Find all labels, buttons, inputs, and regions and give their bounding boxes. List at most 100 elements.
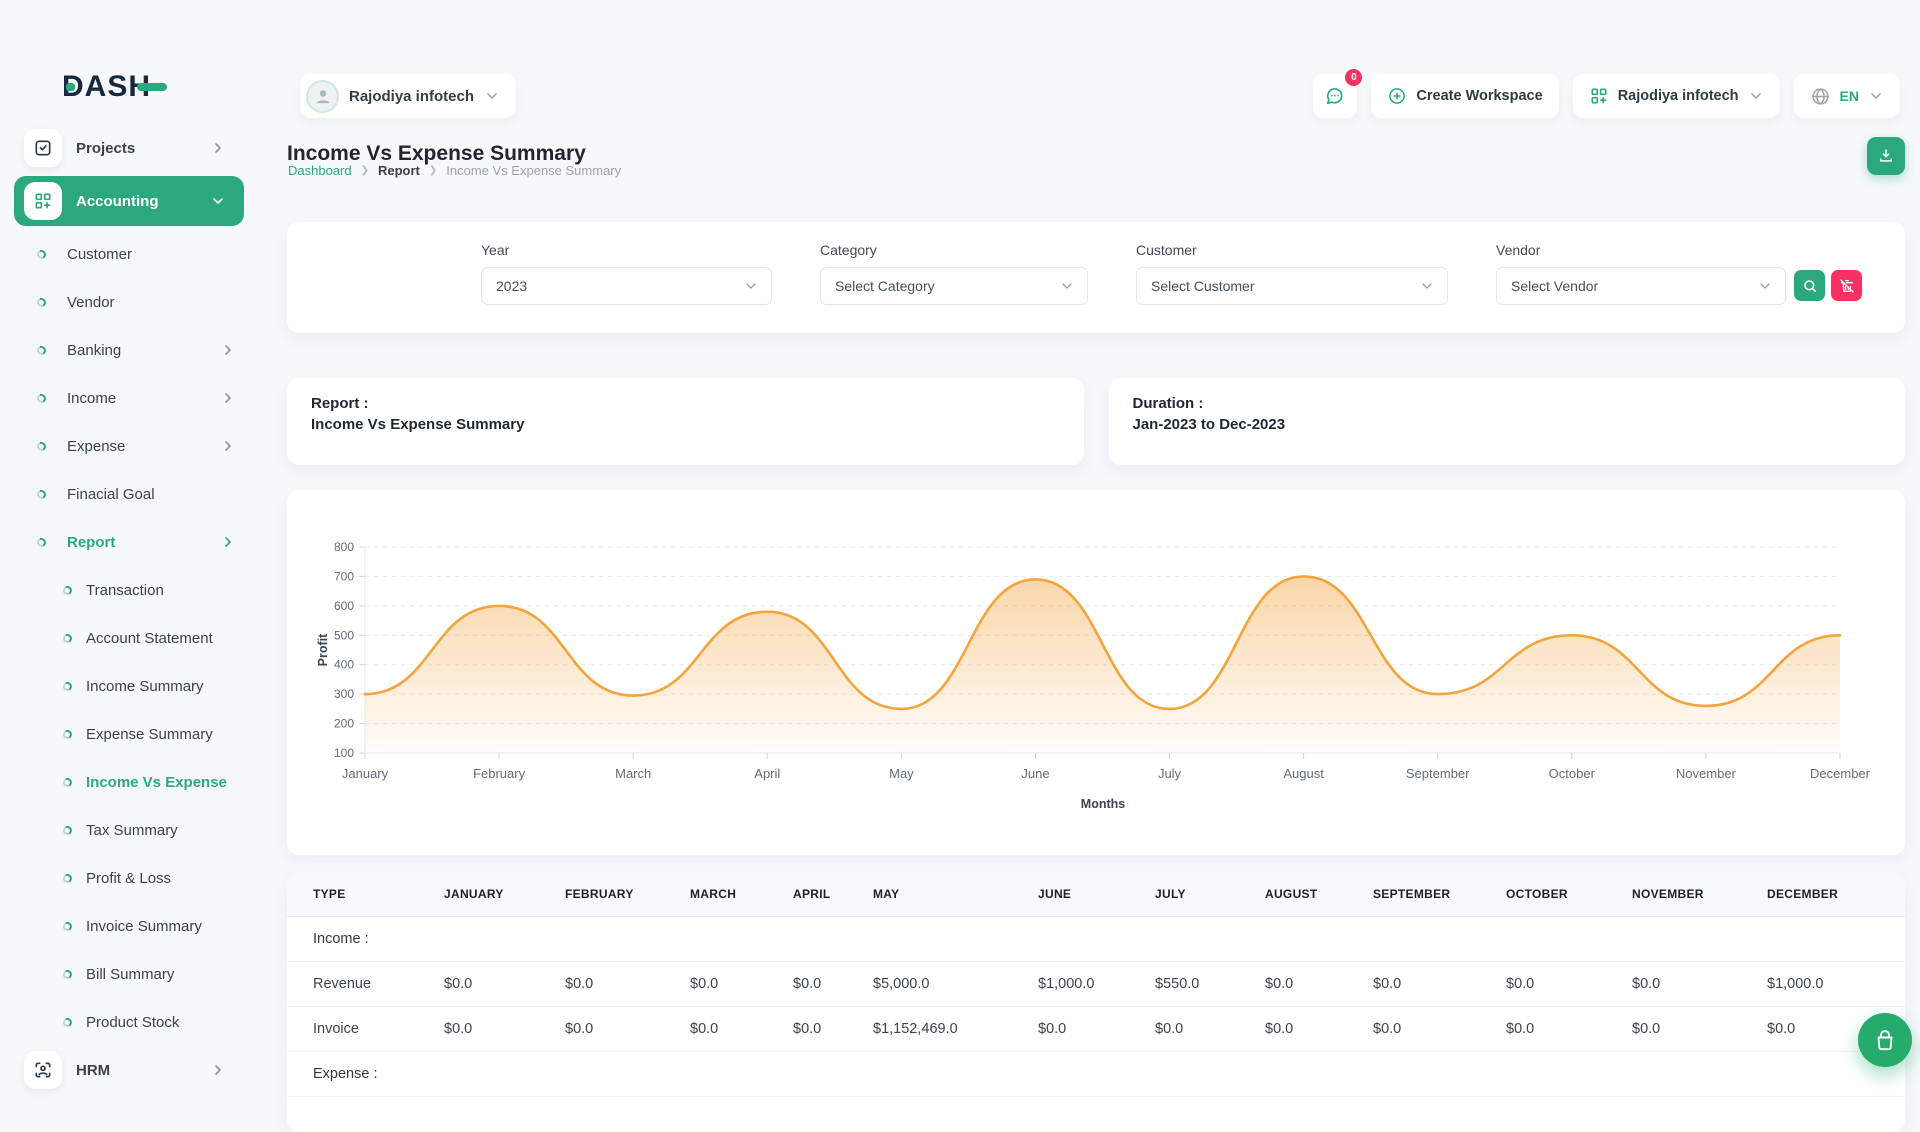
chevron-down-icon	[1059, 278, 1075, 294]
cell-value: $0.0	[1480, 1006, 1606, 1051]
grid-add-icon	[1589, 86, 1609, 106]
chevron-down-icon	[1868, 88, 1884, 104]
logo-accent-bar	[137, 83, 167, 91]
sidebar-item-transaction[interactable]: Transaction	[14, 566, 244, 614]
bullet-icon	[36, 392, 47, 403]
breadcrumb: Dashboard ❯ Report ❯ Income Vs Expense S…	[288, 163, 621, 178]
sidebar-item-hrm[interactable]: HRM	[14, 1046, 244, 1094]
cell-value: $0.0	[664, 1006, 767, 1051]
sidebar-item-profit-loss[interactable]: Profit & Loss	[14, 854, 244, 902]
topbar-actions: 0 Create Workspace Rajodiya infotech	[1313, 74, 1900, 118]
company-selector[interactable]: Rajodiya infotech	[300, 74, 516, 118]
category-label: Category	[820, 242, 1088, 258]
svg-text:400: 400	[334, 658, 354, 672]
category-select[interactable]: Select Category	[820, 267, 1088, 305]
sidebar-item-bill-summary[interactable]: Bill Summary	[14, 950, 244, 998]
table-section-row: Expense :	[287, 1051, 1905, 1096]
cell-value: $1,000.0	[1741, 961, 1905, 1006]
chevron-down-icon	[210, 193, 226, 209]
cell-value: $1,000.0	[1012, 961, 1129, 1006]
vendor-label: Vendor	[1496, 242, 1786, 258]
svg-text:October: October	[1549, 766, 1596, 781]
sidebar-nav: ProjectsAccountingCustomerVendorBankingI…	[14, 124, 244, 1094]
chat-bubble-icon	[1324, 85, 1346, 107]
column-header: JUNE	[1012, 872, 1129, 916]
breadcrumb-current: Income Vs Expense Summary	[446, 163, 621, 178]
svg-text:January: January	[342, 766, 389, 781]
customer-select[interactable]: Select Customer	[1136, 267, 1448, 305]
breadcrumb-dashboard[interactable]: Dashboard	[288, 163, 352, 178]
create-workspace-button[interactable]: Create Workspace	[1371, 74, 1558, 118]
reset-filter-button[interactable]	[1831, 270, 1862, 301]
cell-value: $1,152,469.0	[847, 1006, 1012, 1051]
sidebar-item-product-stock[interactable]: Product Stock	[14, 998, 244, 1046]
sidebar-item-label: Income Summary	[86, 678, 204, 695]
messages-button[interactable]: 0	[1313, 74, 1357, 118]
sidebar-item-invoice-summary[interactable]: Invoice Summary	[14, 902, 244, 950]
sidebar: DASH Projects Accounting CustomerVendorBan…	[0, 0, 258, 1080]
duration-value: Jan-2023 to Dec-2023	[1133, 416, 1882, 433]
sidebar-item-income-summary[interactable]: Income Summary	[14, 662, 244, 710]
column-header: SEPTEMBER	[1347, 872, 1480, 916]
grid-add-icon	[24, 182, 62, 220]
breadcrumb-separator: ❯	[429, 165, 437, 176]
download-button[interactable]	[1867, 137, 1905, 175]
sidebar-item-label: Invoice Summary	[86, 918, 202, 935]
sidebar-item-vendor[interactable]: Vendor	[14, 278, 244, 326]
column-header: DECEMBER	[1741, 872, 1905, 916]
store-fab-button[interactable]	[1858, 1013, 1912, 1067]
language-code: EN	[1840, 88, 1859, 104]
shopping-bag-icon	[1873, 1028, 1897, 1052]
sidebar-item-label: Expense Summary	[86, 726, 213, 743]
column-header: NOVEMBER	[1606, 872, 1741, 916]
svg-text:Months: Months	[1081, 797, 1125, 811]
section-label: Expense :	[287, 1051, 1905, 1096]
sidebar-item-expense[interactable]: Expense	[14, 422, 244, 470]
bullet-icon	[62, 680, 73, 691]
duration-label: Duration :	[1133, 395, 1882, 412]
breadcrumb-report[interactable]: Report	[378, 163, 420, 178]
sidebar-item-projects[interactable]: Projects	[14, 124, 244, 172]
customer-label: Customer	[1136, 242, 1448, 258]
sidebar-item-account-statement[interactable]: Account Statement	[14, 614, 244, 662]
cell-value: $0.0	[664, 961, 767, 1006]
sidebar-item-expense-summary[interactable]: Expense Summary	[14, 710, 244, 758]
sidebar-item-report[interactable]: Report	[14, 518, 244, 566]
workspace-selector[interactable]: Rajodiya infotech	[1573, 74, 1780, 118]
sidebar-item-accounting[interactable]: Accounting	[14, 176, 244, 226]
sidebar-item-finacial-goal[interactable]: Finacial Goal	[14, 470, 244, 518]
bullet-icon	[36, 248, 47, 259]
bullet-icon	[36, 488, 47, 499]
app-logo[interactable]: DASH	[62, 70, 167, 104]
chevron-right-icon	[220, 390, 236, 406]
filter-year: Year 2023	[481, 242, 772, 305]
svg-text:September: September	[1406, 766, 1470, 781]
column-header: OCTOBER	[1480, 872, 1606, 916]
profit-chart: 100200300400500600700800JanuaryFebruaryM…	[287, 490, 1905, 855]
sidebar-item-label: Accounting	[76, 193, 159, 210]
income-expense-table: TYPEJANUARYFEBRUARYMARCHAPRILMAYJUNEJULY…	[287, 872, 1905, 1097]
svg-text:August: August	[1283, 766, 1324, 781]
create-workspace-label: Create Workspace	[1416, 88, 1542, 104]
chevron-down-icon	[1757, 278, 1773, 294]
language-selector[interactable]: EN	[1794, 74, 1900, 118]
table-header-row: TYPEJANUARYFEBRUARYMARCHAPRILMAYJUNEJULY…	[287, 872, 1905, 916]
year-select[interactable]: 2023	[481, 267, 772, 305]
sidebar-item-banking[interactable]: Banking	[14, 326, 244, 374]
svg-text:May: May	[889, 766, 914, 781]
company-name: Rajodiya infotech	[349, 88, 474, 105]
sidebar-item-customer[interactable]: Customer	[14, 230, 244, 278]
sidebar-item-label: Finacial Goal	[67, 486, 155, 503]
sidebar-item-income[interactable]: Income	[14, 374, 244, 422]
svg-text:700: 700	[334, 569, 354, 583]
svg-text:June: June	[1021, 766, 1049, 781]
cell-value: $0.0	[539, 961, 664, 1006]
sidebar-item-income-vs-expense[interactable]: Income Vs Expense	[14, 758, 244, 806]
vendor-select[interactable]: Select Vendor	[1496, 267, 1786, 305]
profit-chart-card: 100200300400500600700800JanuaryFebruaryM…	[287, 490, 1905, 855]
cell-value: $0.0	[539, 1006, 664, 1051]
svg-text:November: November	[1676, 766, 1737, 781]
sidebar-item-tax-summary[interactable]: Tax Summary	[14, 806, 244, 854]
chevron-right-icon	[210, 140, 226, 156]
apply-filter-button[interactable]	[1794, 270, 1825, 301]
